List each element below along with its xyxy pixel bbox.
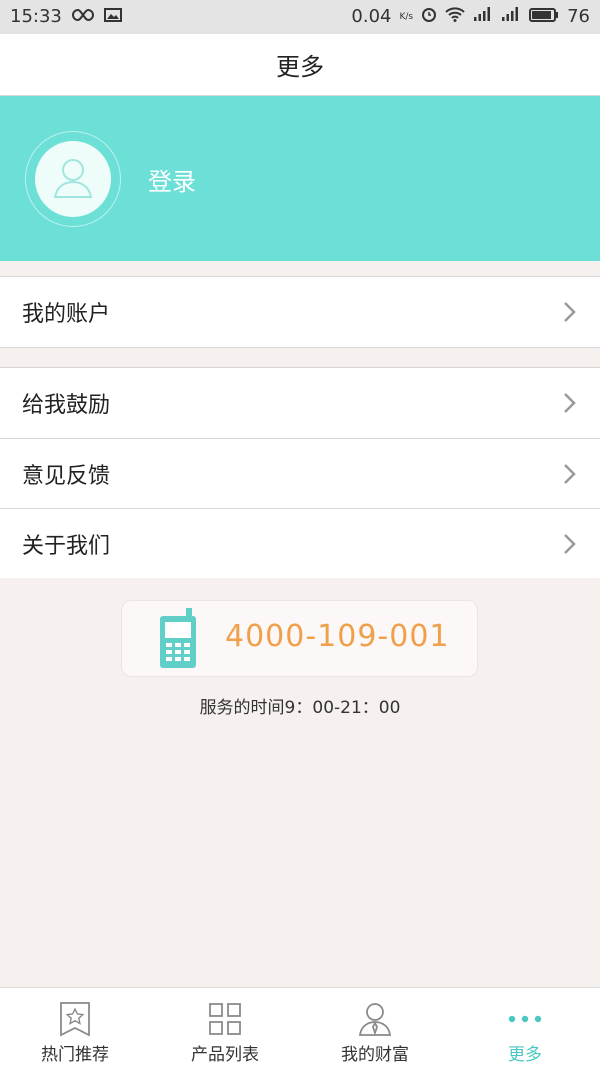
menu-item-encourage[interactable]: 给我鼓励 [0,368,600,438]
tab-my-wealth[interactable]: 我的财富 [300,988,450,1068]
chevron-right-icon [558,463,580,485]
mobile-phone-icon [158,608,200,674]
net-unit: K/s [399,11,414,22]
alarm-icon [421,6,437,27]
profile-banner[interactable]: 登录 [0,96,600,261]
tab-label: 更多 [508,1045,542,1065]
user-icon [49,153,97,205]
page-title: 更多 [276,53,324,81]
tab-label: 热门推荐 [41,1045,109,1065]
menu-label-feedback: 意见反馈 [22,463,111,489]
status-bar: 15:33 0.04 K/s 76 [0,0,600,34]
menu-item-account[interactable]: 我的账户 [0,277,600,347]
wifi-icon [445,6,465,27]
menu-label-about: 关于我们 [22,533,111,559]
net-speed: 0.04 [351,6,392,27]
signal-4g-icon [501,6,521,27]
signal-icon [473,6,493,27]
menu-item-feedback[interactable]: 意见反馈 [0,438,600,508]
tab-label: 产品列表 [191,1045,259,1065]
menu-item-about[interactable]: 关于我们 [0,508,600,578]
image-icon [103,6,122,27]
tab-product-list[interactable]: 产品列表 [150,988,300,1068]
menu-label-account: 我的账户 [22,302,111,327]
status-time: 15:33 [10,6,62,27]
battery-icon [529,6,559,27]
grid-icon [208,1000,242,1038]
service-hours: 服务的时间9：00-21：00 [199,698,401,718]
account-group: 我的账户 [0,276,600,348]
avatar[interactable] [35,141,111,217]
phone-contact-card[interactable]: 4000-109-001 [121,600,478,677]
bottom-tab-bar: 热门推荐 产品列表 我的财富 更多 [0,987,600,1068]
tab-label: 我的财富 [341,1045,409,1065]
star-bookmark-icon [58,1000,92,1038]
login-link[interactable]: 登录 [148,162,196,197]
phone-number[interactable]: 4000-109-001 [225,619,450,654]
tab-more[interactable]: 更多 [450,988,600,1068]
chevron-right-icon [558,533,580,555]
chevron-right-icon [558,392,580,414]
battery-level: 76 [567,6,590,27]
chevron-right-icon [558,301,580,323]
more-dots-icon [508,1000,542,1038]
infinity-icon [71,6,94,27]
person-tie-icon [358,1000,392,1038]
misc-group: 给我鼓励 意见反馈 关于我们 [0,367,600,578]
tab-hot-recommend[interactable]: 热门推荐 [0,988,150,1068]
app-header: 更多 [0,34,600,96]
menu-label-encourage: 给我鼓励 [22,393,111,418]
avatar-ring [25,131,121,227]
